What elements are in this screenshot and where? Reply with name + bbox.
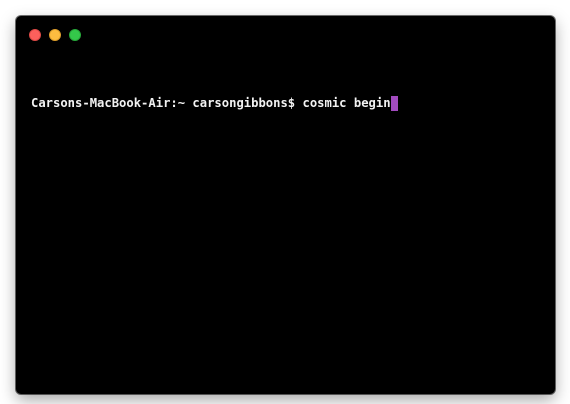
typed-command: cosmic begin [302, 96, 391, 110]
terminal-output[interactable]: Carsons-MacBook-Air:~ carsongibbons$ cos… [31, 61, 545, 384]
close-button[interactable] [29, 29, 41, 41]
zoom-button[interactable] [69, 29, 81, 41]
minimize-button[interactable] [49, 29, 61, 41]
text-cursor [390, 96, 398, 111]
shell-prompt: Carsons-MacBook-Air:~ carsongibbons$ [31, 96, 296, 110]
title-bar[interactable] [16, 16, 555, 52]
terminal-window: Carsons-MacBook-Air:~ carsongibbons$ cos… [16, 16, 555, 394]
command-line: Carsons-MacBook-Air:~ carsongibbons$ cos… [31, 95, 545, 112]
